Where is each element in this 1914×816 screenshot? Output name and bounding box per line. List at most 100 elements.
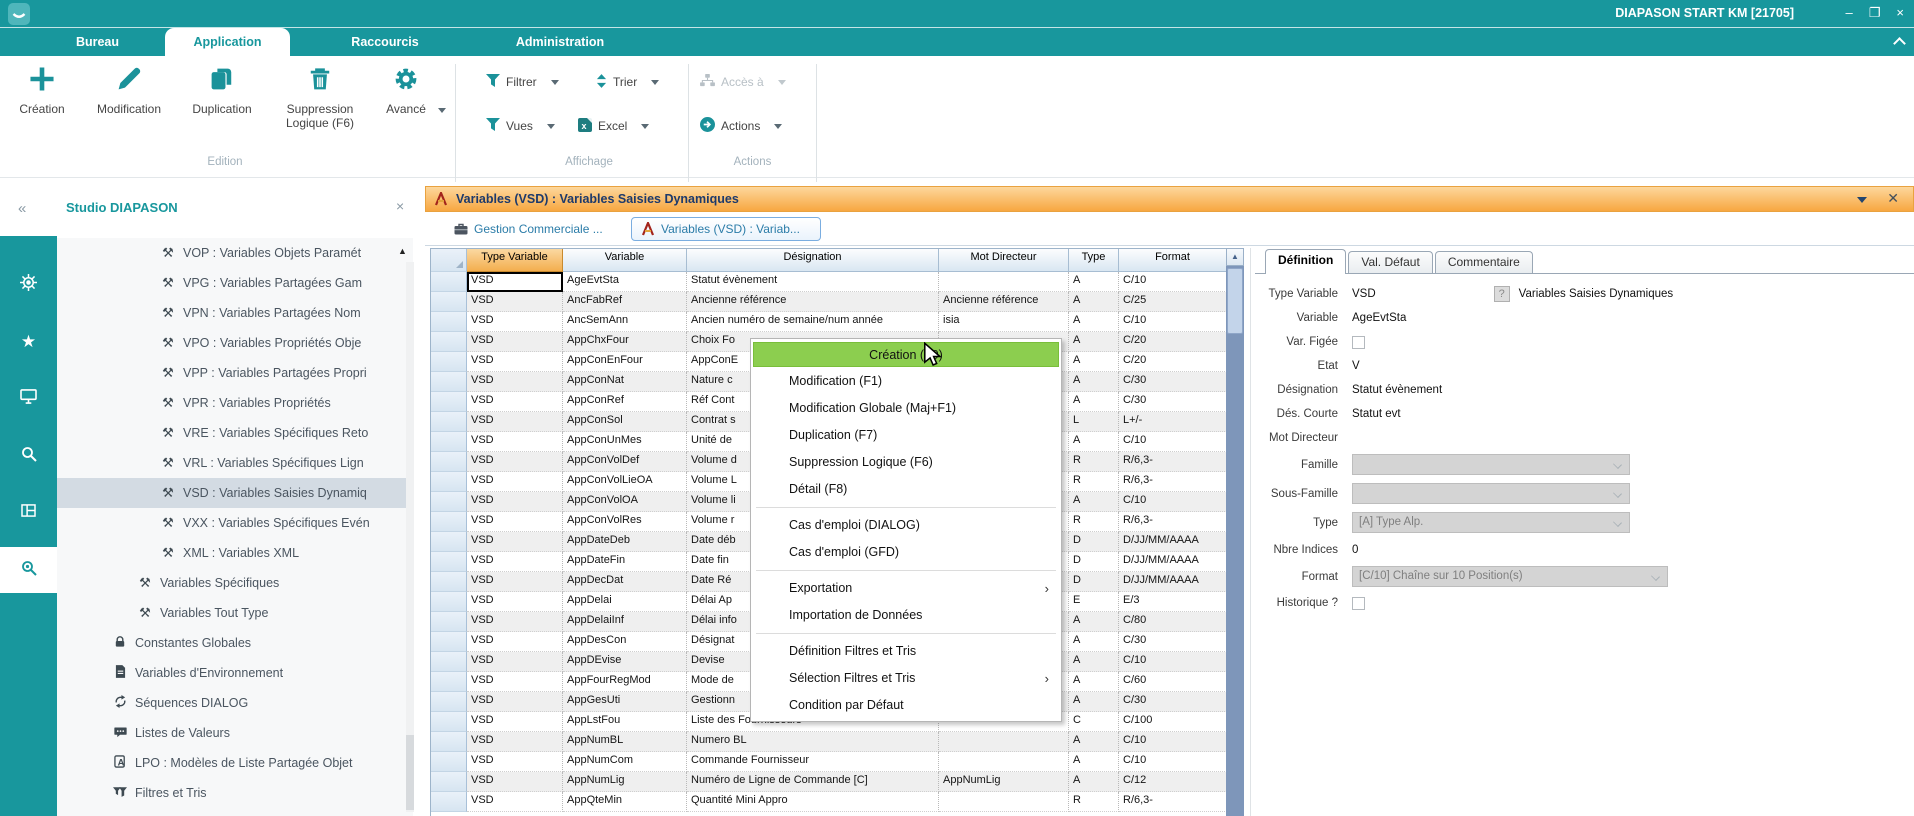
row-selector-cell[interactable]: [431, 512, 467, 532]
column-header-mot-directeur[interactable]: Mot Directeur: [939, 249, 1069, 272]
cell-type-variable[interactable]: VSD: [467, 432, 563, 452]
cell-type-variable[interactable]: VSD: [467, 732, 563, 752]
trier-button[interactable]: Trier: [596, 70, 674, 94]
cell-format[interactable]: C/10: [1119, 272, 1227, 292]
cell-variable[interactable]: AppNumCom: [563, 752, 687, 772]
panel-splitter[interactable]: [1250, 248, 1251, 816]
row-selector-cell[interactable]: [431, 412, 467, 432]
cell-type-variable[interactable]: VSD: [467, 292, 563, 312]
cell-type[interactable]: A: [1069, 392, 1119, 412]
cell-variable[interactable]: AppConNat: [563, 372, 687, 392]
column-header-type[interactable]: Type: [1069, 249, 1119, 272]
sidebar-item-vrl[interactable]: ⚒VRL : Variables Spécifiques Lign: [57, 448, 413, 478]
row-selector-cell[interactable]: [431, 612, 467, 632]
context-menu-item-d-tail-f8[interactable]: Détail (F8): [753, 476, 1059, 503]
cell-variable[interactable]: AppGesUti: [563, 692, 687, 712]
cell-type[interactable]: E: [1069, 592, 1119, 612]
row-selector-cell[interactable]: [431, 672, 467, 692]
cell-type-variable[interactable]: VSD: [467, 592, 563, 612]
cell-type[interactable]: C: [1069, 712, 1119, 732]
cell-mot-directeur[interactable]: isia: [939, 312, 1069, 332]
tree-scrollbar[interactable]: [406, 262, 414, 812]
cell-type[interactable]: R: [1069, 472, 1119, 492]
sidebar-item-vxx[interactable]: ⚒VXX : Variables Spécifiques Evén: [57, 508, 413, 538]
cell-type-variable[interactable]: VSD: [467, 692, 563, 712]
cell-mot-directeur[interactable]: Ancienne référence: [939, 292, 1069, 312]
cell-type[interactable]: R: [1069, 512, 1119, 532]
avance-button[interactable]: Avancé: [378, 64, 434, 116]
cell-variable[interactable]: AppConEnFour: [563, 352, 687, 372]
sidebar-item-variables-d-environnement[interactable]: Variables d'Environnement: [57, 658, 413, 688]
context-menu-item-suppression-logique-f6[interactable]: Suppression Logique (F6): [753, 449, 1059, 476]
context-menu-item-cas-d-emploi-dialog[interactable]: Cas d'emploi (DIALOG): [753, 512, 1059, 539]
context-menu-item-exportation[interactable]: Exportation›: [753, 575, 1059, 602]
row-selector-cell[interactable]: [431, 472, 467, 492]
cell-type[interactable]: A: [1069, 312, 1119, 332]
scroll-up-icon[interactable]: ▲: [1226, 248, 1244, 266]
cell-type[interactable]: A: [1069, 632, 1119, 652]
excel-button[interactable]: x Excel: [578, 114, 674, 138]
context-menu-item-importation-de-donn-es[interactable]: Importation de Données: [753, 602, 1059, 629]
cell-format[interactable]: C/10: [1119, 732, 1227, 752]
row-selector-cell[interactable]: [431, 692, 467, 712]
row-selector-cell[interactable]: [431, 632, 467, 652]
cell-type[interactable]: D: [1069, 572, 1119, 592]
context-menu-item-cas-d-emploi-gfd[interactable]: Cas d'emploi (GFD): [753, 539, 1059, 566]
cell-d-signation[interactable]: Numero BL: [687, 732, 939, 752]
cell-format[interactable]: D/JJ/MM/AAAA: [1119, 572, 1227, 592]
cell-type[interactable]: A: [1069, 732, 1119, 752]
creation-button[interactable]: Création: [12, 64, 72, 116]
table-row[interactable]: VSDAppNumBLNumero BLAC/10: [431, 732, 1226, 752]
table-row[interactable]: VSDAppNumComCommande FournisseurAC/10: [431, 752, 1226, 772]
cell-type-variable[interactable]: VSD: [467, 512, 563, 532]
cell-variable[interactable]: AgeEvtSta: [563, 272, 687, 292]
column-header-type-variable[interactable]: Type Variable: [467, 249, 563, 272]
cell-type[interactable]: A: [1069, 352, 1119, 372]
cell-type-variable[interactable]: VSD: [467, 572, 563, 592]
table-row[interactable]: VSDAppQteMinQuantité Mini ApproRR/6,3-: [431, 792, 1226, 812]
cell-format[interactable]: C/25: [1119, 292, 1227, 312]
cell-variable[interactable]: AppDateDeb: [563, 532, 687, 552]
table-row[interactable]: VSDAncFabRefAncienne référenceAncienne r…: [431, 292, 1226, 312]
cell-mot-directeur[interactable]: [939, 732, 1069, 752]
cell-format[interactable]: C/10: [1119, 752, 1227, 772]
cell-variable[interactable]: AppNumLig: [563, 772, 687, 792]
cell-format[interactable]: R/6,3-: [1119, 512, 1227, 532]
document-tab-1[interactable]: Gestion Commerciale ...: [445, 217, 623, 241]
row-selector-cell[interactable]: [431, 432, 467, 452]
panel-menu-caret[interactable]: [1857, 197, 1867, 203]
cell-type-variable[interactable]: VSD: [467, 312, 563, 332]
tree-scroll-up-icon[interactable]: ▲: [398, 246, 407, 256]
context-menu-item-d-finition-filtres-et-tris[interactable]: Définition Filtres et Tris: [753, 638, 1059, 665]
checkbox-var-fig-e[interactable]: [1352, 336, 1365, 349]
rail-item-wheel[interactable]: [0, 262, 57, 308]
context-menu-item-s-lection-filtres-et-tris[interactable]: Sélection Filtres et Tris›: [753, 665, 1059, 692]
row-selector-cell[interactable]: [431, 312, 467, 332]
sidebar-item-vpp[interactable]: ⚒VPP : Variables Partagées Propri: [57, 358, 413, 388]
cell-type[interactable]: A: [1069, 372, 1119, 392]
cell-type-variable[interactable]: VSD: [467, 352, 563, 372]
cell-type[interactable]: A: [1069, 692, 1119, 712]
cell-mot-directeur[interactable]: [939, 792, 1069, 812]
cell-variable[interactable]: AppDEvise: [563, 652, 687, 672]
cell-format[interactable]: E/3: [1119, 592, 1227, 612]
filtrer-button[interactable]: Filtrer: [486, 70, 578, 94]
panel-close-icon[interactable]: ✕: [1887, 190, 1899, 207]
cell-type-variable[interactable]: VSD: [467, 552, 563, 572]
cell-format[interactable]: R/6,3-: [1119, 792, 1227, 812]
cell-type-variable[interactable]: VSD: [467, 332, 563, 352]
sidebar-item-variables-tout-type[interactable]: ⚒Variables Tout Type: [57, 598, 413, 628]
cell-type[interactable]: R: [1069, 792, 1119, 812]
row-selector-cell[interactable]: [431, 732, 467, 752]
cell-format[interactable]: C/10: [1119, 652, 1227, 672]
column-header-variable[interactable]: Variable: [563, 249, 687, 272]
row-selector-cell[interactable]: [431, 572, 467, 592]
cell-format[interactable]: C/30: [1119, 372, 1227, 392]
sidebar-item-variables-sp-cifiques[interactable]: ⚒Variables Spécifiques: [57, 568, 413, 598]
cell-d-signation[interactable]: Statut évènement: [687, 272, 939, 292]
row-selector-cell[interactable]: [431, 372, 467, 392]
cell-type-variable[interactable]: VSD: [467, 612, 563, 632]
cell-type[interactable]: A: [1069, 612, 1119, 632]
sidebar-item-listes-de-valeurs[interactable]: Listes de Valeurs: [57, 718, 413, 748]
cell-format[interactable]: C/30: [1119, 392, 1227, 412]
